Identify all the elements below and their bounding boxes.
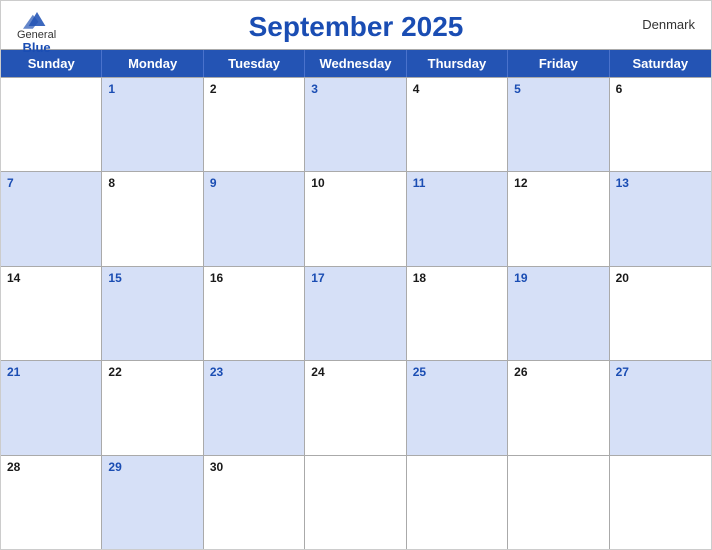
day-cell: 6 — [610, 78, 711, 171]
day-cell: 9 — [204, 172, 305, 265]
day-number: 11 — [413, 176, 426, 190]
week-row-1: 1 2 3 4 5 6 — [1, 77, 711, 171]
day-cell: 20 — [610, 267, 711, 360]
day-cell: 5 — [508, 78, 609, 171]
day-number: 10 — [311, 176, 324, 190]
day-number: 30 — [210, 460, 223, 474]
day-number: 25 — [413, 365, 426, 379]
day-number: 17 — [311, 271, 324, 285]
day-cell — [305, 456, 406, 549]
day-cell: 3 — [305, 78, 406, 171]
day-cell: 13 — [610, 172, 711, 265]
day-cell: 11 — [407, 172, 508, 265]
day-number: 3 — [311, 82, 318, 96]
day-cell: 1 — [102, 78, 203, 171]
day-cell: 29 — [102, 456, 203, 549]
day-number: 5 — [514, 82, 521, 96]
day-header-friday: Friday — [508, 50, 609, 77]
week-row-2: 7 8 9 10 11 12 13 — [1, 171, 711, 265]
day-number: 23 — [210, 365, 223, 379]
day-number: 16 — [210, 271, 223, 285]
day-number: 19 — [514, 271, 527, 285]
day-cell: 14 — [1, 267, 102, 360]
day-number: 22 — [108, 365, 121, 379]
day-cell: 25 — [407, 361, 508, 454]
week-row-4: 21 22 23 24 25 26 27 — [1, 360, 711, 454]
day-number: 24 — [311, 365, 324, 379]
logo-area: General Blue — [17, 9, 56, 55]
logo-blue-text: Blue — [22, 41, 50, 55]
logo-icon — [23, 9, 51, 29]
day-cell: 10 — [305, 172, 406, 265]
month-title: September 2025 — [21, 11, 691, 43]
day-number: 26 — [514, 365, 527, 379]
day-cell — [610, 456, 711, 549]
day-number: 21 — [7, 365, 20, 379]
day-number: 6 — [616, 82, 623, 96]
day-headers: SundayMondayTuesdayWednesdayThursdayFrid… — [1, 50, 711, 77]
day-cell: 22 — [102, 361, 203, 454]
day-number: 18 — [413, 271, 426, 285]
day-cell: 12 — [508, 172, 609, 265]
day-cell: 16 — [204, 267, 305, 360]
day-cell — [508, 456, 609, 549]
week-row-5: 28 29 30 — [1, 455, 711, 549]
day-number: 1 — [108, 82, 115, 96]
calendar-container: General Blue September 2025 Denmark Sund… — [0, 0, 712, 550]
day-cell — [407, 456, 508, 549]
day-cell: 19 — [508, 267, 609, 360]
day-header-tuesday: Tuesday — [204, 50, 305, 77]
day-number: 29 — [108, 460, 121, 474]
country-label: Denmark — [642, 17, 695, 32]
day-number: 8 — [108, 176, 115, 190]
day-header-monday: Monday — [102, 50, 203, 77]
day-header-saturday: Saturday — [610, 50, 711, 77]
day-number: 2 — [210, 82, 217, 96]
day-cell: 24 — [305, 361, 406, 454]
day-cell: 15 — [102, 267, 203, 360]
day-number: 13 — [616, 176, 629, 190]
day-cell: 28 — [1, 456, 102, 549]
day-cell: 21 — [1, 361, 102, 454]
day-cell: 27 — [610, 361, 711, 454]
day-cell: 18 — [407, 267, 508, 360]
calendar-grid: SundayMondayTuesdayWednesdayThursdayFrid… — [1, 49, 711, 549]
day-number: 20 — [616, 271, 629, 285]
week-row-3: 14 15 16 17 18 19 20 — [1, 266, 711, 360]
day-cell: 17 — [305, 267, 406, 360]
day-cell: 23 — [204, 361, 305, 454]
day-number: 14 — [7, 271, 20, 285]
day-number: 15 — [108, 271, 121, 285]
day-number: 27 — [616, 365, 629, 379]
day-cell: 4 — [407, 78, 508, 171]
weeks-container: 1234567891011121314151617181920212223242… — [1, 77, 711, 549]
day-cell: 26 — [508, 361, 609, 454]
day-number: 9 — [210, 176, 217, 190]
day-cell: 7 — [1, 172, 102, 265]
day-cell: 30 — [204, 456, 305, 549]
day-cell: 8 — [102, 172, 203, 265]
day-number: 28 — [7, 460, 20, 474]
calendar-header: General Blue September 2025 Denmark — [1, 1, 711, 49]
day-number: 12 — [514, 176, 527, 190]
day-cell — [1, 78, 102, 171]
day-cell: 2 — [204, 78, 305, 171]
day-header-thursday: Thursday — [407, 50, 508, 77]
day-header-wednesday: Wednesday — [305, 50, 406, 77]
day-number: 7 — [7, 176, 14, 190]
day-number: 4 — [413, 82, 420, 96]
